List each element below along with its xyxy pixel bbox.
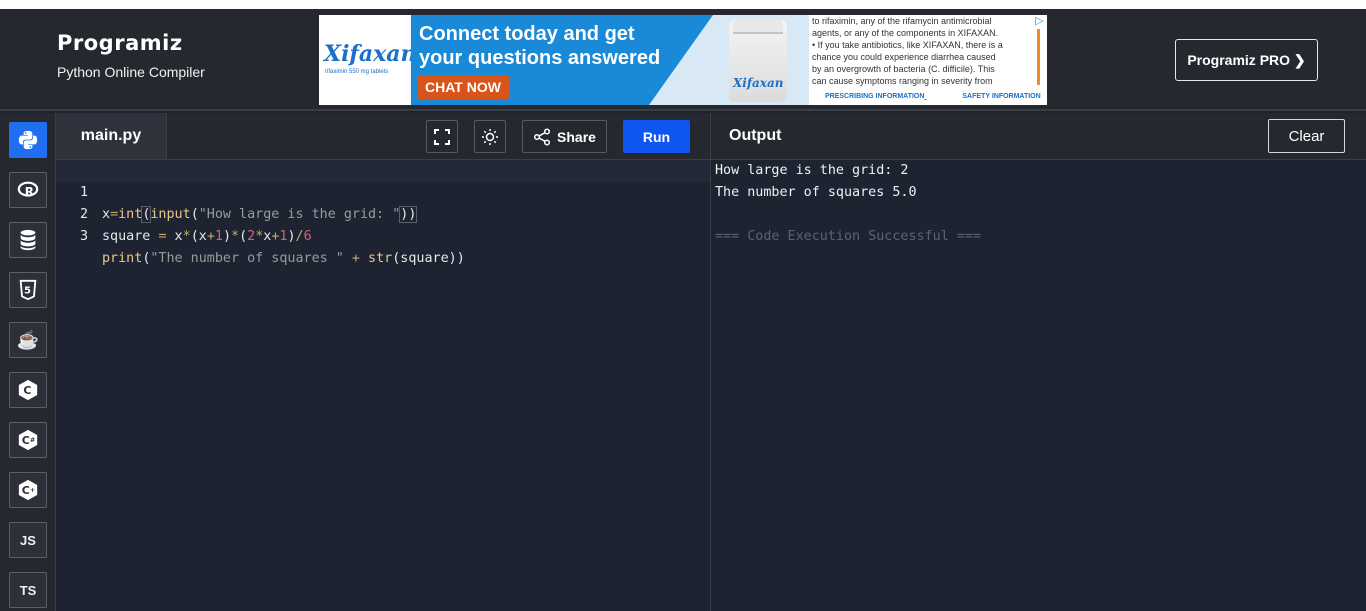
c-icon: C: [18, 379, 38, 401]
ad-text-line: by an overgrowth of bacteria (C. diffici…: [812, 64, 995, 74]
code-text[interactable]: print("The number of squares " + str(squ…: [102, 248, 465, 270]
sidebar-item-python[interactable]: [9, 122, 47, 158]
svg-text:C: C: [23, 384, 31, 397]
code-line-1[interactable]: 1 x=int(input("How large is the grid: ")…: [56, 160, 710, 223]
code-token: +: [206, 229, 215, 244]
ad-text-line: to rifaximin, any of the rifamycin antim…: [812, 16, 992, 26]
language-sidebar: R 5 ☕ C C # C + JS TS: [0, 113, 56, 611]
code-line-3[interactable]: 3 print ( "The number of squares " + str(s…: [56, 204, 710, 266]
svg-text:5: 5: [24, 286, 31, 297]
code-token: "The number of squares ": [150, 251, 344, 266]
code-token: 2: [247, 229, 256, 244]
safety-information-link[interactable]: SAFETY INFORMATION: [962, 93, 1040, 100]
ad-product-bottle: Xifaxan: [729, 20, 787, 102]
programiz-pro-button[interactable]: Programiz PRO ❯: [1175, 39, 1318, 81]
code-editor[interactable]: 1 x=int(input("How large is the grid: ")…: [56, 160, 710, 611]
database-icon: [20, 229, 36, 251]
code-token: str: [368, 251, 393, 266]
code-token: =: [158, 229, 167, 244]
code-token: *: [182, 229, 191, 244]
editor-toolbar: main.py Share Run: [56, 113, 710, 160]
theme-toggle-button[interactable]: [474, 120, 506, 153]
output-status-line: === Code Execution Successful ===: [715, 229, 982, 244]
python-icon: [18, 130, 38, 150]
java-icon: ☕: [16, 329, 40, 350]
fullscreen-button[interactable]: [426, 120, 458, 153]
code-token: *: [231, 229, 240, 244]
sidebar-item-java[interactable]: ☕: [9, 322, 47, 358]
ad-text-line: chance you could experience diarrhea cau…: [812, 52, 996, 62]
ad-scrollbar[interactable]: [1037, 29, 1040, 85]
code-token: ): [222, 229, 231, 244]
fullscreen-icon: [434, 128, 450, 145]
sidebar-item-sql[interactable]: [9, 222, 47, 258]
sidebar-item-c[interactable]: C: [9, 372, 47, 408]
code-token: /: [295, 229, 304, 244]
output-header: Output Clear: [711, 113, 1366, 160]
brand[interactable]: Programiz Python Online Compiler: [57, 31, 205, 80]
html5-icon: 5: [19, 279, 37, 301]
run-button[interactable]: Run: [623, 120, 690, 153]
ad-logo-area: Xifaxan rifaximin 550 mg tablets: [319, 15, 417, 105]
js-icon: JS: [20, 532, 36, 548]
line-number: 3: [79, 229, 88, 244]
sidebar-item-html[interactable]: 5: [9, 272, 47, 308]
code-line-2[interactable]: 2 square = x*(x+1)*(2*x+1)/6: [56, 182, 710, 244]
ad-headline-line-1: Connect today and get: [419, 23, 635, 45]
output-title: Output: [729, 127, 782, 144]
output-line: How large is the grid: 2: [715, 163, 909, 178]
ad-text-line: • If you take antibiotics, like XIFAXAN,…: [812, 40, 1003, 50]
svg-text:R: R: [25, 185, 34, 199]
svg-text:+: +: [30, 486, 35, 494]
prescribing-information-link[interactable]: PRESCRIBING INFORMATION: [825, 93, 924, 100]
page-title: Python Online Compiler: [57, 64, 205, 80]
share-icon: [533, 127, 551, 146]
output-console[interactable]: How large is the grid: 2 The number of s…: [711, 160, 1366, 611]
ad-bottle-cap: [733, 20, 783, 34]
browser-top-strip: [0, 0, 1366, 9]
code-token: +: [343, 251, 369, 266]
svg-text:#: #: [30, 436, 35, 444]
sidebar-item-cpp[interactable]: C +: [9, 472, 47, 508]
ts-icon: TS: [19, 582, 37, 598]
code-token: print: [102, 251, 143, 266]
sidebar-item-r[interactable]: R: [9, 172, 47, 208]
code-token: 1: [214, 229, 223, 244]
sidebar-item-csharp[interactable]: C #: [9, 422, 47, 458]
ad-logo: Xifaxan: [324, 41, 417, 67]
programiz-logo[interactable]: Programiz: [57, 31, 205, 55]
app-header: Programiz Python Online Compiler Xifaxan…: [0, 9, 1366, 111]
ad-links: PRESCRIBING INFORMATION SAFETY INFORMATI…: [809, 93, 1041, 100]
clear-button[interactable]: Clear: [1268, 119, 1345, 153]
ad-text-line: agents, or any of the components in XIFA…: [812, 28, 999, 38]
r-icon: R: [17, 181, 39, 199]
output-line: The number of squares 5.0: [715, 185, 917, 200]
code-text[interactable]: square = x*(x+1)*(2*x+1)/6: [102, 226, 312, 248]
ad-logo-sub: rifaximin 550 mg tablets: [325, 69, 389, 75]
adchoices-icon[interactable]: ▷: [1032, 15, 1047, 28]
tab-main-py[interactable]: main.py: [56, 113, 167, 159]
ad-text-line: can cause symptoms ranging in severity f…: [812, 76, 993, 86]
code-token: 6: [303, 229, 312, 244]
sidebar-item-js[interactable]: JS: [9, 522, 47, 558]
ad-banner[interactable]: Xifaxan rifaximin 550 mg tablets Connect…: [319, 15, 1047, 105]
ad-bottle-label: Xifaxan: [733, 76, 784, 90]
share-label: Share: [557, 128, 596, 145]
svg-text:C: C: [22, 484, 30, 497]
code-token: (: [239, 229, 248, 244]
csharp-icon: C #: [18, 429, 38, 451]
svg-text:C: C: [22, 434, 30, 447]
share-button[interactable]: Share: [522, 120, 607, 153]
code-token: (square)): [392, 251, 465, 266]
cpp-icon: C +: [18, 479, 38, 501]
code-token: x: [166, 229, 183, 244]
code-token: ): [287, 229, 296, 244]
ad-chat-now-button[interactable]: CHAT NOW: [417, 75, 509, 99]
code-token: square: [102, 229, 159, 244]
ad-safety-text[interactable]: to rifaximin, any of the rifamycin antim…: [812, 15, 1034, 87]
code-token: (x: [190, 229, 207, 244]
sidebar-item-ts[interactable]: TS: [9, 572, 47, 608]
sun-icon: [482, 128, 498, 145]
